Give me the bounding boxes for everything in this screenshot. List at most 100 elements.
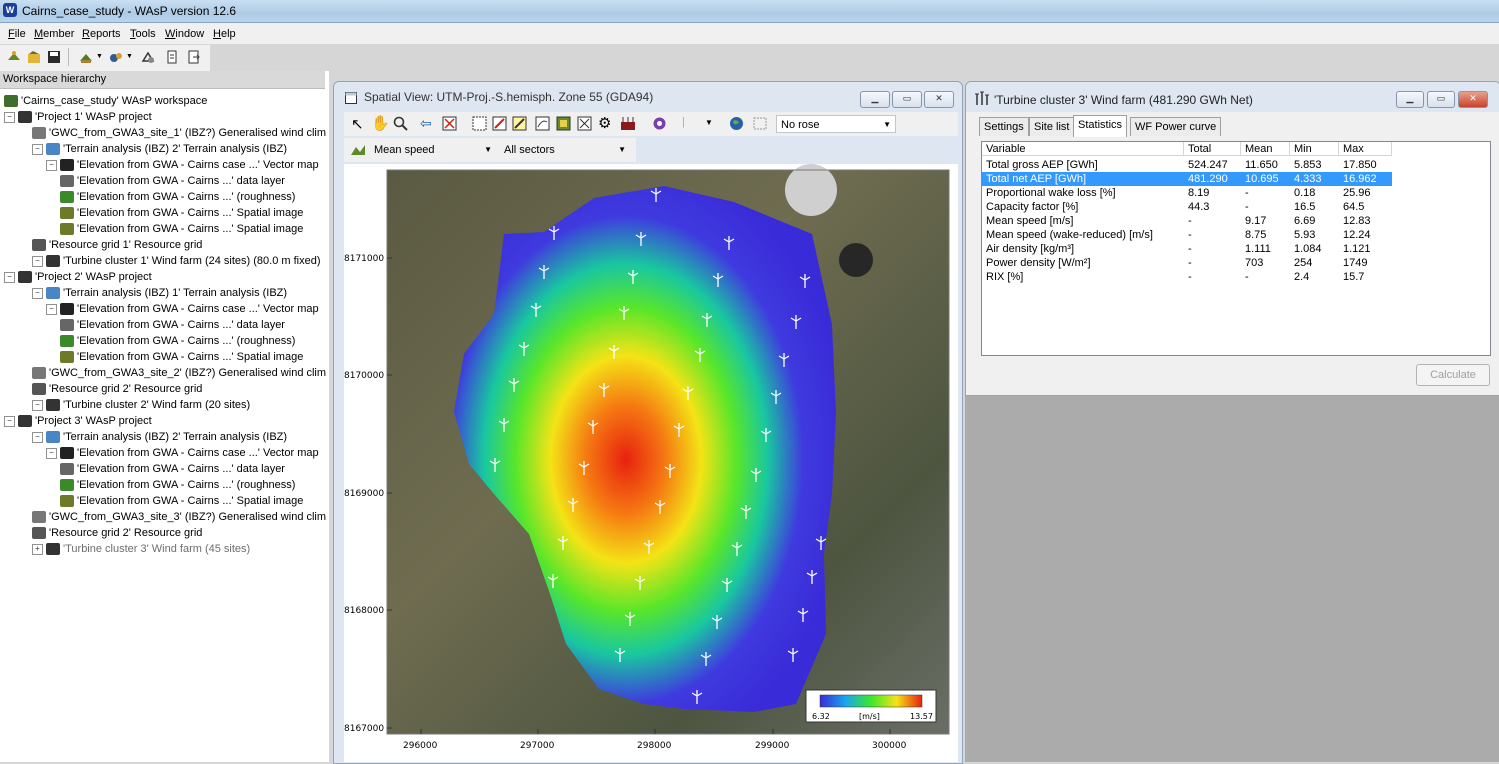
table-row[interactable]: Mean speed (wake-reduced) [m/s] - 8.75 5.93…	[982, 228, 1392, 242]
turbine-tool-icon[interactable]: ⚙	[598, 114, 611, 132]
chevron-down-icon[interactable]: ▼	[705, 118, 713, 127]
table-row[interactable]: Total gross AEP [GWh] 524.247 11.650 5.853 1…	[982, 158, 1392, 172]
column-header-min[interactable]: Min	[1290, 142, 1339, 156]
collapse-icon[interactable]: −	[32, 399, 43, 411]
tree-item[interactable]: + 'Turbine cluster 3' Wind farm (45 sites…	[32, 541, 250, 557]
insert-member-icon[interactable]	[108, 49, 124, 65]
menu-reports[interactable]: Reports	[82, 28, 121, 40]
table-row[interactable]: Capacity factor [%] 44.3 - 16.5 64.5	[982, 200, 1392, 214]
tree-item[interactable]: − 'Project 2' WAsP project	[4, 269, 152, 285]
collapse-icon[interactable]: −	[4, 271, 15, 283]
tree-item[interactable]: − 'Terrain analysis (IBZ) 2' Terrain anal…	[32, 141, 287, 157]
variable-select[interactable]: Mean speed ▼	[370, 141, 496, 159]
image-layer-icon[interactable]	[556, 116, 571, 131]
vector-map-tool-icon[interactable]	[492, 116, 507, 131]
table-row[interactable]: Mean speed [m/s] - 9.17 6.69 12.83	[982, 214, 1392, 228]
select-area-icon[interactable]	[472, 116, 487, 131]
tab-statistics[interactable]: Statistics	[1073, 115, 1128, 137]
tree-item[interactable]: 'Resource grid 2' Resource grid	[32, 381, 202, 397]
tree-item[interactable]: 'Resource grid 2' Resource grid	[32, 525, 202, 541]
tree-item[interactable]: 'Cairns_case_study' WAsP workspace	[4, 93, 207, 109]
chevron-down-icon[interactable]: ▼	[126, 53, 133, 60]
report-icon[interactable]	[164, 49, 180, 65]
collapse-icon[interactable]: −	[32, 143, 43, 155]
tree-item[interactable]: 'Elevation from GWA - Cairns ...' Spatia…	[60, 221, 303, 237]
tree-item[interactable]: 'Elevation from GWA - Cairns ...' data l…	[60, 317, 285, 333]
tab-wf-power-curve[interactable]: WF Power curve	[1130, 117, 1222, 136]
tree-item[interactable]: − 'Project 3' WAsP project	[4, 413, 152, 429]
tab-settings[interactable]: Settings	[979, 117, 1029, 136]
tree-item[interactable]: − 'Terrain analysis (IBZ) 2' Terrain anal…	[32, 429, 287, 445]
map-plot-area[interactable]: 8171000 8170000 8169000 8168000 8167000 29600…	[344, 164, 958, 762]
new-workspace-icon[interactable]	[6, 49, 22, 65]
tree-item[interactable]: 'GWC_from_GWA3_site_3' (IBZ?) Generalise…	[32, 509, 326, 525]
close-button[interactable]: ✕	[924, 91, 954, 108]
table-row[interactable]: Proportional wake loss [%] 8.19 - 0.18 25.96	[982, 186, 1392, 200]
wind-farm-tool-icon[interactable]	[620, 116, 636, 131]
roughness-tool-icon[interactable]	[512, 116, 527, 131]
chevron-down-icon[interactable]: ▼	[96, 53, 103, 60]
sector-select[interactable]: All sectors ▼	[500, 141, 630, 159]
save-icon[interactable]	[46, 49, 62, 65]
collapse-icon[interactable]: −	[46, 303, 57, 315]
tree-item[interactable]: 'GWC_from_GWA3_site_1' (IBZ?) Generalise…	[32, 125, 326, 141]
statistics-table[interactable]: Variable Total Mean Min Max Total gross …	[981, 141, 1491, 356]
expand-icon[interactable]: +	[32, 543, 43, 555]
menu-help[interactable]: Help	[213, 28, 236, 40]
tree-item[interactable]: 'Elevation from GWA - Cairns ...' (rough…	[60, 333, 295, 349]
grid-layer-icon[interactable]	[577, 116, 592, 131]
menu-window[interactable]: Window	[165, 28, 204, 40]
column-header-max[interactable]: Max	[1339, 142, 1392, 156]
collapse-icon[interactable]: −	[32, 431, 43, 443]
calculate-icon[interactable]	[140, 49, 156, 65]
collapse-icon[interactable]: −	[4, 415, 15, 427]
tree-item[interactable]: 'Elevation from GWA - Cairns ...' Spatia…	[60, 205, 303, 221]
collapse-icon[interactable]: −	[4, 111, 15, 123]
tab-site-list[interactable]: Site list	[1029, 117, 1075, 136]
tree-item[interactable]: 'Elevation from GWA - Cairns ...' Spatia…	[60, 493, 303, 509]
zoom-extent-icon[interactable]	[442, 116, 457, 131]
wind-rose-tool-icon[interactable]	[652, 116, 667, 131]
tree-item[interactable]: 'Resource grid 1' Resource grid	[32, 237, 202, 253]
table-row[interactable]: Total net AEP [GWh] 481.290 10.695 4.333 16.…	[982, 172, 1392, 186]
minimize-button[interactable]: ▁	[1396, 91, 1424, 108]
tree-item[interactable]: 'Elevation from GWA - Cairns ...' Spatia…	[60, 349, 303, 365]
frame-icon[interactable]	[753, 117, 767, 130]
menu-member[interactable]: Member	[34, 28, 74, 40]
zoom-icon[interactable]	[393, 116, 408, 131]
tree-item[interactable]: − 'Elevation from GWA - Cairns case ...' …	[46, 445, 319, 461]
globe-icon[interactable]	[729, 116, 744, 131]
pan-hand-icon[interactable]: ✋	[371, 114, 390, 132]
menu-tools[interactable]: Tools	[130, 28, 156, 40]
menu-file[interactable]: File	[8, 28, 26, 40]
tree-item[interactable]: 'Elevation from GWA - Cairns ...' data l…	[60, 461, 285, 477]
collapse-icon[interactable]: −	[46, 447, 57, 459]
maximize-button[interactable]: ▭	[892, 91, 922, 108]
export-icon[interactable]	[186, 49, 202, 65]
contour-tool-icon[interactable]	[535, 116, 550, 131]
rose-select[interactable]: No rose ▼	[776, 115, 896, 133]
collapse-icon[interactable]: −	[32, 255, 43, 267]
table-row[interactable]: Power density [W/m²] - 703 254 1749	[982, 256, 1392, 270]
wind-resource-map[interactable]: 8171000 8170000 8169000 8168000 8167000 29600…	[344, 164, 958, 762]
table-row[interactable]: RIX [%] - - 2.4 15.7	[982, 270, 1392, 284]
minimize-button[interactable]: ▁	[860, 91, 890, 108]
collapse-icon[interactable]: −	[32, 287, 43, 299]
tree-item[interactable]: − 'Project 1' WAsP project	[4, 109, 152, 125]
pointer-icon[interactable]: ↖	[351, 115, 364, 133]
close-button[interactable]: ✕	[1458, 91, 1488, 108]
add-project-icon[interactable]	[78, 49, 94, 65]
tree-item[interactable]: 'GWC_from_GWA3_site_2' (IBZ?) Generalise…	[32, 365, 326, 381]
tree-item[interactable]: − 'Turbine cluster 2' Wind farm (20 sites…	[32, 397, 250, 413]
calculate-button[interactable]: Calculate	[1416, 364, 1490, 386]
table-row[interactable]: Air density [kg/m³] - 1.111 1.084 1.121	[982, 242, 1392, 256]
column-header-variable[interactable]: Variable	[982, 142, 1184, 156]
tree-item[interactable]: 'Elevation from GWA - Cairns ...' (rough…	[60, 477, 295, 493]
tree-item[interactable]: 'Elevation from GWA - Cairns ...' data l…	[60, 173, 285, 189]
tree-item[interactable]: − 'Elevation from GWA - Cairns case ...' …	[46, 157, 319, 173]
maximize-button[interactable]: ▭	[1427, 91, 1455, 108]
collapse-icon[interactable]: −	[46, 159, 57, 171]
tree-item[interactable]: − 'Turbine cluster 1' Wind farm (24 sites…	[32, 253, 321, 269]
tree-item[interactable]: − 'Terrain analysis (IBZ) 1' Terrain anal…	[32, 285, 287, 301]
column-header-total[interactable]: Total	[1184, 142, 1241, 156]
